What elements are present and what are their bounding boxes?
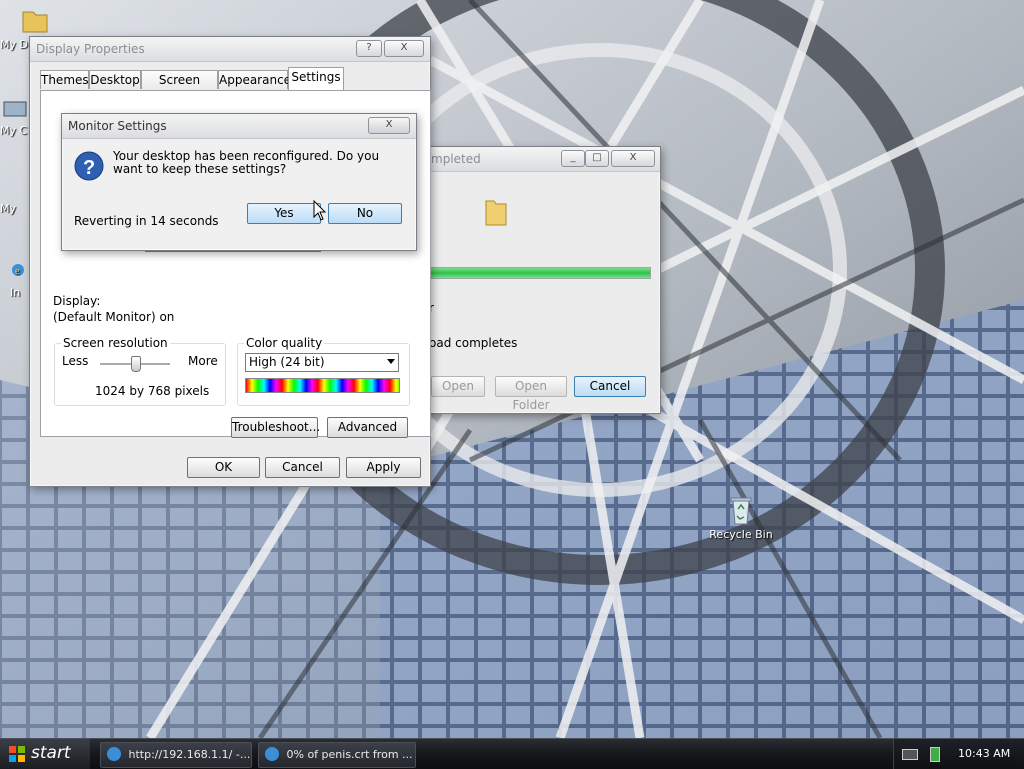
color-quality-legend: Color quality bbox=[244, 336, 325, 350]
screen-resolution-group: Screen resolution Less More 1024 by 768 … bbox=[54, 336, 226, 406]
yes-button[interactable]: Yes bbox=[247, 203, 321, 224]
tab-desktop[interactable]: Desktop bbox=[89, 70, 141, 89]
download-status-line-2: oad completes bbox=[429, 336, 518, 350]
tab-themes[interactable]: Themes bbox=[40, 70, 89, 89]
color-spectrum-bar bbox=[245, 378, 400, 393]
recycle-bin-icon bbox=[725, 494, 757, 526]
internet-explorer-icon: e bbox=[10, 262, 26, 278]
screen-resolution-legend: Screen resolution bbox=[61, 336, 170, 350]
keyboard-icon[interactable] bbox=[902, 749, 918, 760]
display-label: Display: bbox=[53, 294, 101, 308]
download-dialog-title: mpleted bbox=[431, 152, 481, 166]
internet-explorer-icon bbox=[265, 747, 279, 761]
svg-text:e: e bbox=[15, 266, 20, 277]
monitor-settings-dialog: Monitor Settings X ? Your desktop has be… bbox=[61, 113, 417, 251]
taskbar-item-browser[interactable]: http://192.168.1.1/ -... bbox=[100, 742, 252, 768]
mouse-cursor-icon bbox=[313, 200, 327, 221]
taskbar-item-browser-label: http://192.168.1.1/ -... bbox=[128, 748, 251, 761]
monitor-settings-title: Monitor Settings bbox=[68, 119, 167, 133]
desktop-icon-recycle-bin[interactable]: Recycle Bin bbox=[706, 494, 776, 541]
resolution-less-label: Less bbox=[62, 354, 89, 368]
download-progress-bar bbox=[429, 267, 651, 279]
internet-explorer-icon bbox=[107, 747, 121, 761]
download-cancel-button[interactable]: Cancel bbox=[574, 376, 646, 397]
tab-appearance[interactable]: Appearance bbox=[218, 70, 291, 89]
minimize-button[interactable]: _ bbox=[561, 150, 585, 167]
chevron-down-icon bbox=[387, 359, 395, 364]
resolution-value: 1024 by 768 pixels bbox=[95, 384, 210, 398]
folder-icon bbox=[483, 197, 509, 230]
close-button[interactable]: X bbox=[384, 40, 424, 57]
resolution-more-label: More bbox=[188, 354, 218, 368]
resolution-slider-thumb[interactable] bbox=[131, 356, 141, 372]
start-button[interactable]: start bbox=[0, 739, 90, 769]
taskbar-item-download-label: 0% of penis.crt from ... bbox=[286, 748, 413, 761]
download-dialog-titlebar[interactable]: mpleted _ □ X bbox=[419, 147, 660, 172]
open-button[interactable]: Open bbox=[431, 376, 485, 397]
system-tray: 10:43 AM bbox=[893, 739, 1024, 769]
question-icon: ? bbox=[74, 150, 104, 187]
download-dialog: mpleted _ □ X r oad completes Open Open … bbox=[418, 146, 661, 414]
revert-countdown: Reverting in 14 seconds bbox=[74, 214, 219, 228]
advanced-button[interactable]: Advanced bbox=[327, 417, 408, 438]
monitor-settings-titlebar[interactable]: Monitor Settings X bbox=[62, 114, 416, 139]
taskbar-item-download[interactable]: 0% of penis.crt from ... bbox=[258, 742, 416, 768]
troubleshoot-button[interactable]: Troubleshoot... bbox=[231, 417, 320, 438]
cancel-button[interactable]: Cancel bbox=[265, 457, 340, 478]
display-properties-title: Display Properties bbox=[36, 42, 145, 56]
start-label: start bbox=[31, 743, 71, 763]
tab-screen-saver[interactable]: Screen Saver bbox=[141, 70, 218, 105]
tab-settings[interactable]: Settings bbox=[288, 67, 344, 90]
maximize-button[interactable]: □ bbox=[585, 150, 609, 167]
folder-icon bbox=[19, 4, 51, 36]
clock[interactable]: 10:43 AM bbox=[958, 747, 1010, 760]
color-quality-select[interactable]: High (24 bit) bbox=[245, 353, 399, 372]
no-button[interactable]: No bbox=[328, 203, 402, 224]
power-icon[interactable] bbox=[930, 747, 940, 762]
display-properties-titlebar[interactable]: Display Properties ? X bbox=[30, 37, 430, 62]
resolution-slider[interactable] bbox=[100, 356, 170, 372]
display-properties-window: Display Properties ? X Themes Desktop Sc… bbox=[29, 36, 431, 487]
svg-text:?: ? bbox=[83, 157, 95, 179]
apply-button[interactable]: Apply bbox=[346, 457, 421, 478]
display-value: (Default Monitor) on bbox=[53, 310, 175, 324]
close-button[interactable]: X bbox=[611, 150, 655, 167]
taskbar: start http://192.168.1.1/ -... 0% of pen… bbox=[0, 738, 1024, 769]
color-quality-group: Color quality High (24 bit) bbox=[237, 336, 410, 406]
color-quality-selected: High (24 bit) bbox=[249, 355, 325, 369]
windows-logo-icon bbox=[9, 746, 25, 762]
open-folder-button[interactable]: Open Folder bbox=[495, 376, 567, 412]
help-button[interactable]: ? bbox=[356, 40, 382, 57]
ok-button[interactable]: OK bbox=[187, 457, 260, 478]
close-button[interactable]: X bbox=[368, 117, 410, 134]
monitor-settings-message: Your desktop has been reconfigured. Do y… bbox=[113, 149, 380, 176]
